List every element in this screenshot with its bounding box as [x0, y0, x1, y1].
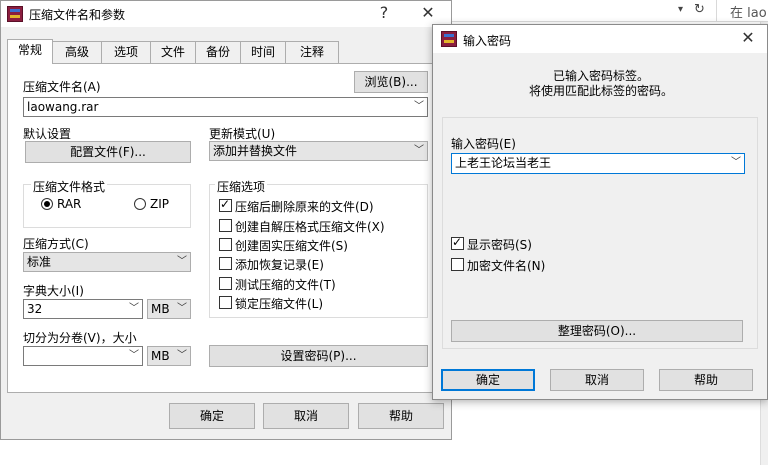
refresh-icon[interactable]: ↻ [694, 1, 708, 19]
help-button[interactable]: 帮助 [358, 403, 444, 429]
archive-name-value: laowang.rar [27, 100, 99, 114]
options-group-label: 压缩选项 [215, 178, 268, 195]
format-rar-label: RAR [57, 197, 82, 211]
password-label: 输入密码(E) [451, 137, 516, 151]
delete-after-label: 压缩后删除原来的文件(D) [235, 200, 374, 214]
test-checkbox[interactable] [219, 277, 232, 290]
cancel-button[interactable]: 取消 [263, 403, 349, 429]
split-label: 切分为分卷(V)，大小 [23, 331, 137, 345]
info-line-2: 将使用匹配此标签的密码。 [528, 84, 673, 98]
chevron-down-icon[interactable]: ﹀ [177, 253, 187, 271]
solid-checkbox[interactable] [219, 238, 232, 251]
format-zip-radio[interactable] [134, 198, 146, 210]
sfx-label: 创建自解压格式压缩文件(X) [235, 220, 385, 234]
default-settings-label: 默认设置 [23, 127, 72, 141]
divider [716, 0, 717, 22]
method-value: 标准 [27, 255, 52, 269]
password-input[interactable]: 上老王论坛当老王 ﹀ [451, 153, 745, 174]
archive-dialog: 压缩文件名和参数 ? ✕ 常规 高级 选项 文件 备份 时间 注释 压缩文件名(… [0, 0, 452, 440]
dict-value: 32 [27, 302, 43, 316]
show-password-checkbox[interactable] [451, 235, 464, 250]
dict-select[interactable]: 32 ﹀ [23, 299, 143, 319]
dict-unit-value: MB [151, 302, 170, 316]
chevron-down-icon[interactable]: ﹀ [414, 98, 424, 116]
tab-general[interactable]: 常规 [7, 39, 53, 64]
delete-after-checkbox[interactable] [219, 197, 232, 212]
sfx-checkbox[interactable] [219, 219, 232, 232]
set-password-button[interactable]: 设置密码(P)... [209, 345, 428, 367]
format-zip-label: ZIP [150, 197, 169, 211]
split-unit-value: MB [151, 349, 170, 363]
address-search-field[interactable]: 在 lao [730, 2, 767, 21]
dict-unit-select[interactable]: MB ﹀ [147, 299, 191, 319]
organize-passwords-button[interactable]: 整理密码(O)... [451, 320, 743, 342]
encrypt-names-label: 加密文件名(N) [467, 259, 546, 273]
password-cancel-button[interactable]: 取消 [550, 369, 644, 391]
tab-options[interactable]: 选项 [101, 41, 151, 63]
update-mode-value: 添加并替换文件 [213, 144, 298, 158]
tab-backup[interactable]: 备份 [195, 41, 241, 63]
chevron-down-icon[interactable]: ﹀ [177, 347, 187, 365]
password-help-button[interactable]: 帮助 [659, 369, 753, 391]
winrar-icon [441, 31, 457, 47]
chevron-down-icon[interactable]: ﹀ [731, 154, 741, 172]
password-value: 上老王论坛当老王 [455, 156, 552, 170]
archive-name-input[interactable]: laowang.rar ﹀ [23, 97, 428, 117]
solid-label: 创建固实压缩文件(S) [235, 239, 348, 253]
tab-comment[interactable]: 注释 [285, 41, 339, 63]
format-rar-radio[interactable] [41, 198, 53, 210]
recovery-label: 添加恢复记录(E) [235, 258, 324, 272]
update-mode-select[interactable]: 添加并替换文件 ﹀ [209, 141, 428, 161]
password-ok-button[interactable]: 确定 [441, 369, 535, 391]
close-icon[interactable]: ✕ [735, 26, 761, 52]
background-toolbar [452, 0, 768, 22]
dict-label: 字典大小(I) [23, 284, 84, 298]
tab-advanced[interactable]: 高级 [52, 41, 102, 63]
split-input[interactable]: ﹀ [23, 346, 143, 366]
winrar-icon [7, 6, 23, 22]
recovery-checkbox[interactable] [219, 257, 232, 270]
lock-label: 锁定压缩文件(L) [235, 297, 324, 311]
tab-time[interactable]: 时间 [240, 41, 286, 63]
chevron-down-icon[interactable]: ﹀ [129, 300, 139, 318]
tab-files[interactable]: 文件 [150, 41, 196, 63]
password-dialog-title: 输入密码 [463, 34, 512, 48]
ok-button[interactable]: 确定 [169, 403, 255, 429]
browse-button[interactable]: 浏览(B)... [354, 71, 428, 93]
help-icon[interactable]: ? [371, 1, 397, 27]
chevron-down-icon[interactable]: ﹀ [129, 347, 139, 365]
chevron-down-icon[interactable]: ﹀ [177, 300, 187, 318]
method-label: 压缩方式(C) [23, 237, 89, 251]
chevron-down-icon[interactable]: ﹀ [414, 142, 424, 160]
chevron-down-icon[interactable]: ▾ [678, 2, 692, 18]
password-dialog: 输入密码 ✕ 已输入密码标签。 将使用匹配此标签的密码。 输入密码(E) 上老王… [432, 24, 768, 400]
update-mode-label: 更新模式(U) [209, 127, 276, 141]
profiles-button[interactable]: 配置文件(F)... [25, 141, 191, 163]
archive-name-label: 压缩文件名(A) [23, 80, 101, 94]
format-group-label: 压缩文件格式 [31, 178, 108, 195]
lock-checkbox[interactable] [219, 296, 232, 309]
method-select[interactable]: 标准 ﹀ [23, 252, 191, 272]
show-password-label: 显示密码(S) [467, 238, 532, 252]
test-label: 测试压缩的文件(T) [235, 278, 336, 292]
encrypt-names-checkbox[interactable] [451, 258, 464, 271]
split-unit-select[interactable]: MB ﹀ [147, 346, 191, 366]
dialog-title: 压缩文件名和参数 [29, 8, 126, 22]
